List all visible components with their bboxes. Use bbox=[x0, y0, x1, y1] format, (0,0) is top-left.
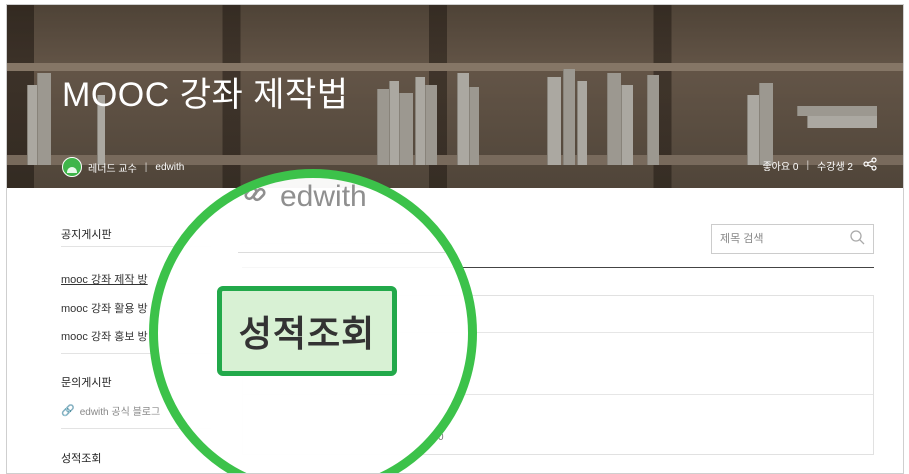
course-meta: 레너드 교수 | edwith bbox=[62, 157, 184, 177]
stats-separator: | bbox=[806, 160, 810, 171]
course-banner: MOOC 강좌 제작법 레너드 교수 | edwith 좋아요 0 | 수강생 … bbox=[7, 5, 903, 188]
blog-link[interactable]: 🔗 edwith 공식 블로그 bbox=[61, 403, 160, 418]
sidebar-item-production[interactable]: mooc 강좌 제작 방 bbox=[61, 271, 148, 287]
students-count: 수강생 2 bbox=[817, 162, 853, 173]
grades-callout[interactable]: 성적조회 bbox=[217, 286, 397, 376]
course-page: MOOC 강좌 제작법 레너드 교수 | edwith 좋아요 0 | 수강생 … bbox=[6, 4, 904, 474]
title-search[interactable] bbox=[711, 224, 874, 254]
logo-text: edwith bbox=[280, 180, 367, 213]
organization-name[interactable]: edwith bbox=[155, 162, 184, 173]
avatar[interactable] bbox=[62, 157, 82, 177]
course-stats: 좋아요 0 | 수강생 2 bbox=[762, 157, 877, 174]
blog-link-label: edwith 공식 블로그 bbox=[79, 407, 161, 418]
sidebar-item-promotion[interactable]: mooc 강좌 홍보 방 bbox=[61, 328, 148, 344]
likes-count[interactable]: 좋아요 0 bbox=[762, 158, 798, 173]
edwith-logo[interactable]: edwith bbox=[242, 180, 367, 214]
instructor-name[interactable]: 레너드 교수 bbox=[88, 160, 137, 175]
qa-board-link[interactable]: 문의게시판 bbox=[61, 374, 112, 390]
course-title: MOOC 강좌 제작법 bbox=[62, 76, 349, 114]
link-chain-icon bbox=[242, 181, 268, 214]
search-icon[interactable] bbox=[850, 230, 865, 249]
sidebar-item-usage[interactable]: mooc 강좌 활용 방 bbox=[61, 300, 148, 316]
grades-link[interactable]: 성적조회 bbox=[61, 450, 101, 466]
meta-separator: | bbox=[144, 161, 148, 173]
search-input[interactable] bbox=[712, 225, 842, 253]
link-icon: 🔗 bbox=[61, 405, 75, 417]
notice-board-link[interactable]: 공지게시판 bbox=[61, 226, 112, 242]
share-icon[interactable] bbox=[863, 157, 877, 174]
